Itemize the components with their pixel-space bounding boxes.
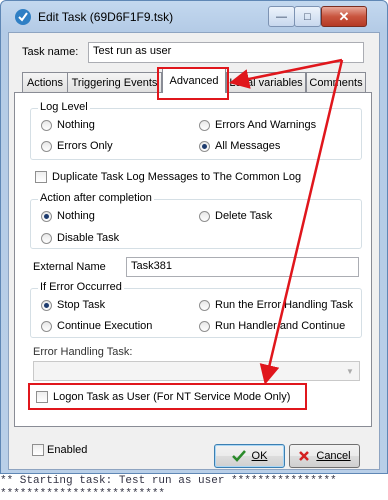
annotation-arrows [229,58,344,385]
arrow-to-advanced-tab [229,58,343,89]
arrow-to-logon-checkbox [259,59,344,385]
